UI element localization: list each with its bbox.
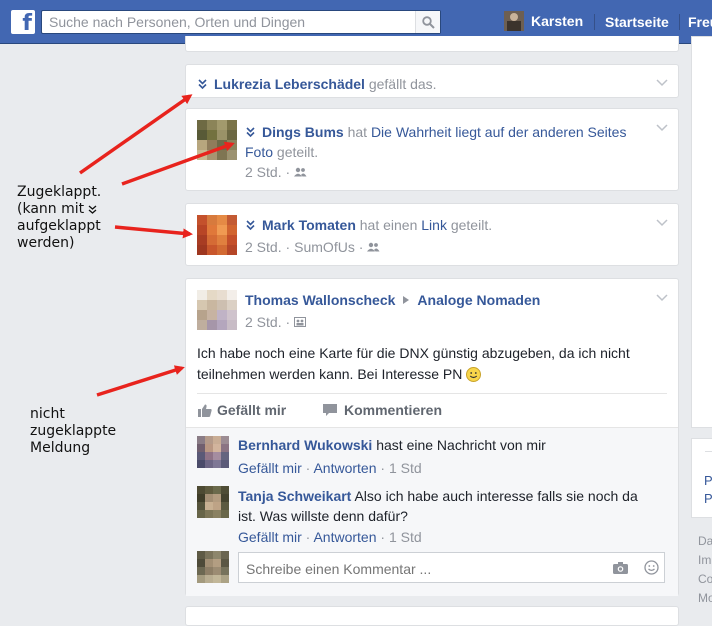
annotation-line: Zugeklappt. <box>17 184 102 200</box>
annotation-line: zugeklappte <box>30 423 117 439</box>
annotation-collapsed: Zugeklappt. (kann mit aufgeklappt werden… <box>17 184 101 252</box>
annotation-arrow <box>78 94 193 175</box>
annotation-arrow <box>114 225 193 239</box>
annotation-line: Meldung <box>30 440 91 456</box>
annotation-line: nicht <box>30 406 65 422</box>
annotation-line: aufgeklappt <box>17 218 101 234</box>
expand-icon <box>88 205 97 214</box>
annotation-arrow <box>121 141 235 186</box>
annotation-arrow <box>96 365 185 397</box>
annotation-arrows <box>78 94 235 397</box>
annotation-line: werden) <box>17 235 75 251</box>
annotation-expanded: nicht zugeklappte Meldung <box>30 406 116 457</box>
annotation-line: (kann mit <box>17 201 85 217</box>
